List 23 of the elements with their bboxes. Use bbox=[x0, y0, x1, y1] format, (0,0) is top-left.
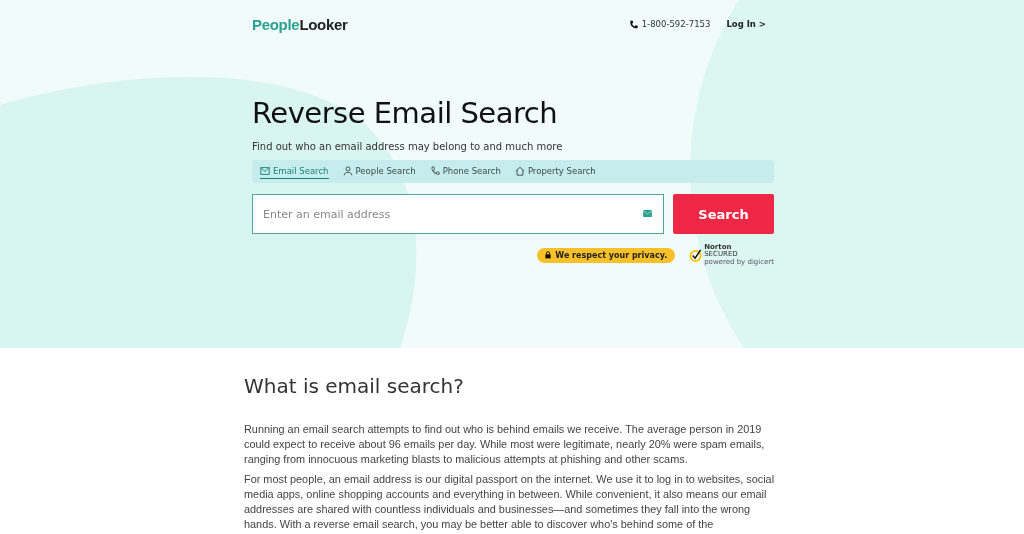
phone-icon bbox=[628, 19, 638, 29]
logo[interactable]: PeopleLooker bbox=[252, 15, 348, 33]
email-input-field[interactable]: Enter an email address bbox=[252, 194, 664, 234]
login-link[interactable]: Log In > bbox=[726, 19, 766, 29]
phone-icon bbox=[429, 166, 440, 176]
lock-icon bbox=[545, 251, 552, 259]
phone-number[interactable]: 1-800-592-7153 bbox=[641, 19, 711, 29]
page-title: Reverse Email Search bbox=[252, 96, 559, 130]
privacy-text: We respect your privacy. bbox=[555, 250, 668, 260]
search-tab[interactable]: Phone Search bbox=[429, 164, 501, 179]
mail-icon bbox=[643, 210, 652, 217]
paragraph: For most people, an email address is our digital passport on the internet. We use it to log in to websites, social media apps, online shopping accounts and everything in between. While convenient, it also means our email addresses are shared with countless individuals and businesses—and sometimes they fall into the wrong hands. With a reverse email search, you may be better able to discover who's behind some of the bbox=[244, 471, 776, 533]
subtitle: Find out who an email address may belong to and much more bbox=[252, 141, 564, 152]
search-button[interactable]: Search bbox=[673, 194, 774, 234]
search-tab[interactable]: Email Search bbox=[260, 164, 329, 179]
house-icon bbox=[514, 166, 525, 176]
checkmark-icon bbox=[689, 248, 703, 262]
mail-icon bbox=[260, 166, 270, 176]
person-icon bbox=[342, 166, 353, 176]
section-heading: What is email search? bbox=[244, 374, 465, 398]
search-tab[interactable]: People Search bbox=[342, 164, 416, 179]
search-tab[interactable]: Property Search bbox=[514, 164, 596, 179]
paragraph: Running an email search attempts to find out who is behind emails we receive. The average person in 2019 could expect to receive about 96 emails per day. While most were legitimate, nearly 20% were spam emails, ranging from innocuous marketing blasts to malicious attempts at phishing and other scams. bbox=[244, 422, 766, 468]
